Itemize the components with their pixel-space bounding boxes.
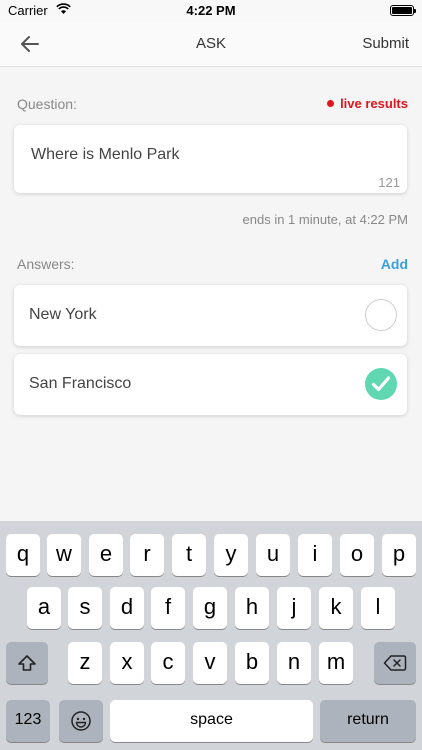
key-d[interactable]: d — [110, 587, 144, 629]
end-time-text: ends in 1 minute, at 4:22 PM — [242, 212, 408, 227]
numbers-key[interactable]: 123 — [6, 700, 50, 742]
answer-text: New York — [29, 306, 97, 323]
navigation-bar: ASK Submit — [0, 22, 422, 67]
key-u[interactable]: u — [256, 534, 290, 576]
key-h[interactable]: h — [235, 587, 269, 629]
return-key[interactable]: return — [320, 700, 416, 742]
key-g[interactable]: g — [193, 587, 227, 629]
key-m[interactable]: m — [319, 642, 353, 684]
live-dot-icon — [327, 100, 335, 107]
live-results-label: live results — [340, 96, 408, 111]
delete-key[interactable] — [374, 642, 416, 684]
status-bar: Carrier 4:22 PM — [0, 0, 422, 22]
unselected-circle-icon[interactable] — [365, 299, 397, 331]
shift-key[interactable] — [6, 642, 48, 684]
checkmark-icon[interactable] — [365, 368, 397, 400]
answer-text: San Francisco — [29, 375, 132, 392]
space-key[interactable]: space — [110, 700, 313, 742]
page-title: ASK — [195, 35, 226, 52]
add-answer-button[interactable]: Add — [381, 256, 408, 272]
answer-item[interactable]: New York — [14, 285, 407, 346]
key-a[interactable]: a — [27, 587, 61, 629]
keyboard: q w e r t y u i o p a s d f g h j k l z … — [0, 521, 422, 750]
key-f[interactable]: f — [151, 587, 185, 629]
key-r[interactable]: r — [130, 534, 164, 576]
backspace-icon — [383, 655, 407, 671]
key-s[interactable]: s — [68, 587, 102, 629]
key-v[interactable]: v — [193, 642, 227, 684]
key-n[interactable]: n — [277, 642, 311, 684]
status-time: 4:22 PM — [186, 3, 236, 18]
submit-button[interactable]: Submit — [362, 35, 409, 52]
key-l[interactable]: l — [361, 587, 395, 629]
key-i[interactable]: i — [298, 534, 332, 576]
answers-label: Answers: — [17, 256, 75, 272]
character-count: 121 — [378, 175, 400, 190]
key-x[interactable]: x — [110, 642, 144, 684]
question-label: Question: — [17, 96, 77, 112]
battery-icon — [390, 5, 416, 16]
key-j[interactable]: j — [277, 587, 311, 629]
shift-arrow-icon — [18, 655, 36, 671]
key-p[interactable]: p — [382, 534, 416, 576]
key-b[interactable]: b — [235, 642, 269, 684]
answer-item[interactable]: San Francisco — [14, 354, 407, 415]
key-e[interactable]: e — [89, 534, 123, 576]
emoji-key[interactable] — [59, 700, 103, 742]
key-c[interactable]: c — [151, 642, 185, 684]
key-o[interactable]: o — [340, 534, 374, 576]
key-t[interactable]: t — [172, 534, 206, 576]
key-w[interactable]: w — [47, 534, 81, 576]
question-input[interactable]: Where is Menlo Park 121 — [14, 125, 407, 193]
key-z[interactable]: z — [68, 642, 102, 684]
emoji-icon — [71, 711, 91, 731]
live-results-indicator: live results — [327, 96, 408, 111]
key-y[interactable]: y — [214, 534, 248, 576]
key-k[interactable]: k — [319, 587, 353, 629]
question-text: Where is Menlo Park — [31, 146, 180, 163]
key-q[interactable]: q — [6, 534, 40, 576]
